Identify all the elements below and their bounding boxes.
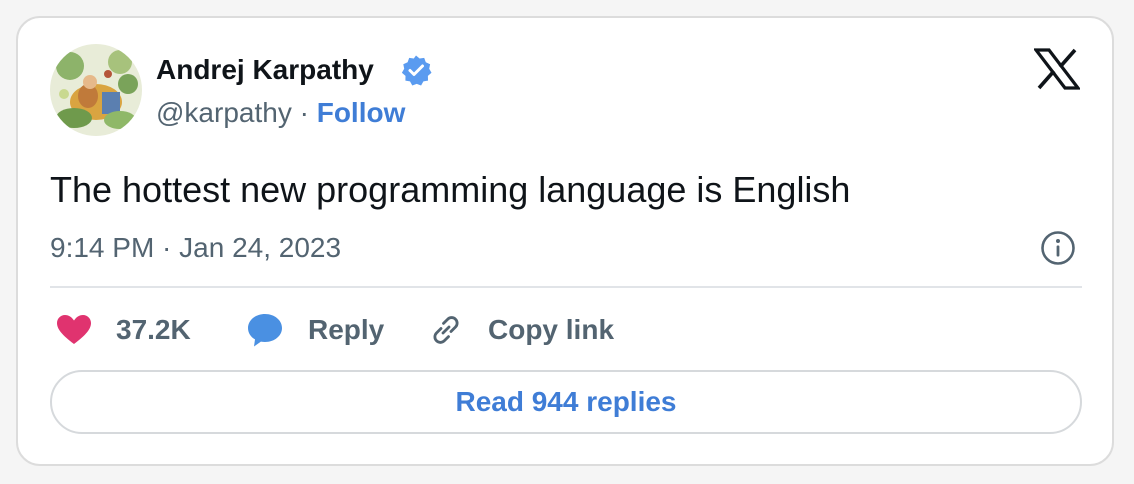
read-replies-button[interactable]: Read 944 replies — [50, 370, 1082, 434]
follow-button[interactable]: Follow — [317, 97, 406, 128]
author-name[interactable]: Andrej Karpathy — [156, 52, 374, 88]
tweet-text: The hottest new programming language is … — [50, 169, 851, 210]
handle-separator: · — [299, 97, 309, 128]
heart-icon — [57, 315, 91, 344]
reply-button[interactable]: Reply — [246, 310, 384, 350]
likes-count: 37.2K — [116, 314, 191, 345]
reply-label: Reply — [308, 314, 385, 345]
copy-link-label: Copy link — [488, 314, 615, 345]
author-handle[interactable]: @karpathy — [156, 97, 292, 128]
x-logo-icon[interactable] — [1034, 48, 1080, 90]
link-icon — [433, 316, 459, 344]
tweet-timestamp[interactable]: 9:14 PM · Jan 24, 2023 — [50, 230, 341, 266]
avatar[interactable] — [50, 44, 142, 136]
info-icon[interactable] — [1040, 230, 1076, 266]
verified-badge-icon — [401, 55, 432, 86]
handle-line: @karpathy · Follow — [156, 95, 405, 131]
reply-bubble-icon — [248, 314, 282, 347]
like-button[interactable]: 37.2K — [56, 310, 191, 350]
copy-link-button[interactable]: Copy link — [428, 310, 614, 350]
divider — [50, 286, 1082, 288]
tweet-card: Andrej Karpathy @karpathy · Follow The h… — [16, 16, 1114, 466]
